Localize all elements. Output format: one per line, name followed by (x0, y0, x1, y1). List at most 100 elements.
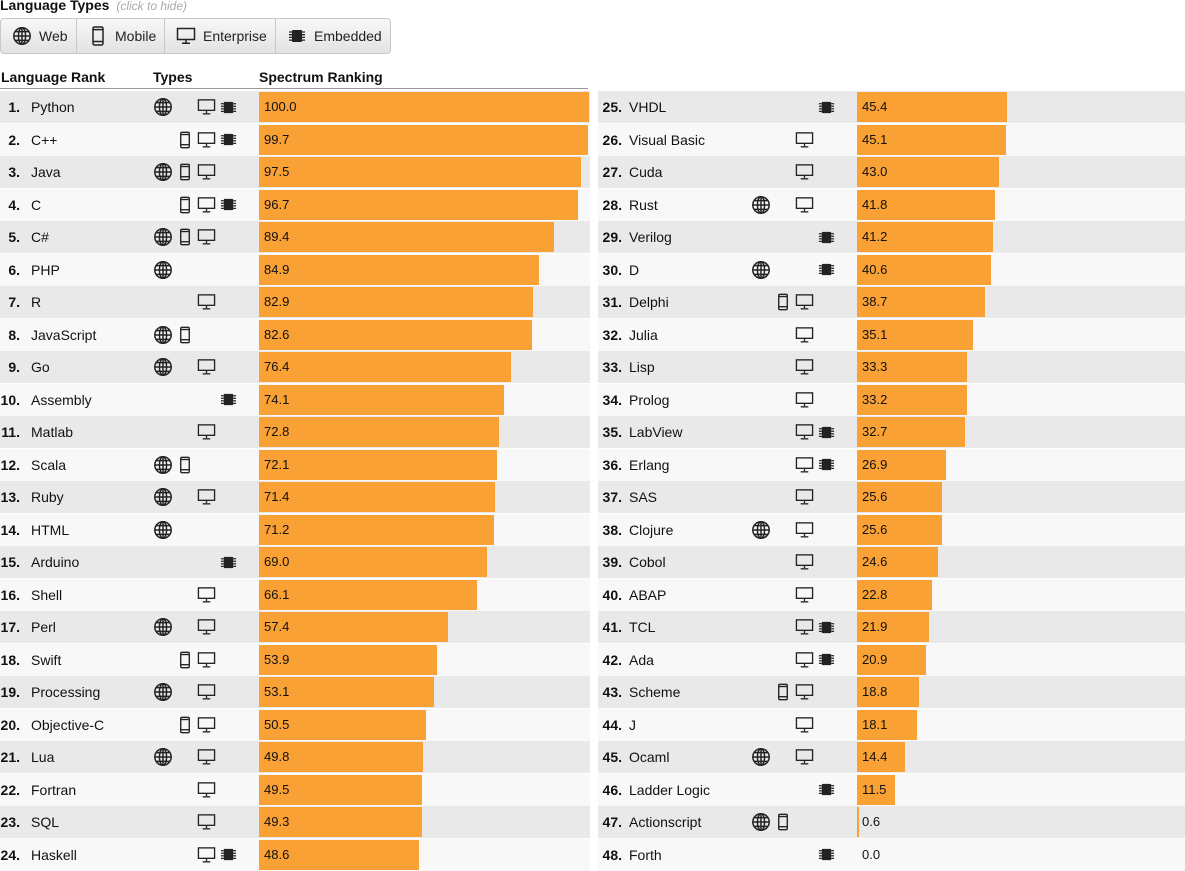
table-row[interactable]: 21. Lua 49.8 (0, 741, 590, 773)
table-row[interactable]: 32. Julia 35.1 (598, 318, 1185, 351)
ranking-bar[interactable] (259, 189, 579, 220)
table-row[interactable]: 31. Delphi 38.7 (598, 286, 1185, 318)
table-row[interactable]: 13. Ruby 71.4 (0, 481, 590, 513)
language-name[interactable]: Shell (31, 579, 62, 611)
language-name[interactable]: Verilog (629, 221, 672, 253)
ranking-bar[interactable] (259, 579, 478, 610)
ranking-bar[interactable] (259, 384, 504, 415)
language-name[interactable]: Clojure (629, 514, 673, 546)
language-name[interactable]: Lisp (629, 351, 655, 383)
table-row[interactable]: 38. Clojure 25.6 (598, 513, 1185, 546)
table-row[interactable]: 9. Go 76.4 (0, 351, 590, 383)
table-row[interactable]: 42. Ada 20.9 (598, 643, 1185, 676)
table-row[interactable]: 10. Assembly 74.1 (0, 383, 590, 416)
table-row[interactable]: 26. Visual Basic 45.1 (598, 123, 1185, 156)
table-row[interactable]: 24. Haskell 48.6 (0, 838, 590, 871)
table-row[interactable]: 41. TCL 21.9 (598, 611, 1185, 643)
table-row[interactable]: 34. Prolog 33.2 (598, 383, 1185, 416)
ranking-bar[interactable] (259, 449, 497, 480)
language-name[interactable]: Ruby (31, 481, 64, 513)
language-name[interactable]: Assembly (31, 384, 92, 416)
table-row[interactable]: 11. Matlab 72.8 (0, 416, 590, 448)
language-name[interactable]: Delphi (629, 286, 669, 318)
language-name[interactable]: Ladder Logic (629, 774, 710, 806)
mobile-filter-button[interactable]: Mobile (77, 19, 165, 53)
language-name[interactable]: TCL (629, 611, 655, 643)
language-name[interactable]: Java (31, 156, 61, 188)
table-row[interactable]: 48. Forth 0.0 (598, 838, 1185, 871)
language-name[interactable]: Erlang (629, 449, 669, 481)
language-name[interactable]: JavaScript (31, 319, 96, 351)
ranking-bar[interactable] (259, 92, 589, 122)
language-name[interactable]: C++ (31, 124, 57, 156)
language-name[interactable]: Haskell (31, 839, 77, 871)
table-row[interactable]: 19. Processing 53.1 (0, 676, 590, 708)
language-name[interactable]: PHP (31, 254, 60, 286)
table-row[interactable]: 43. Scheme 18.8 (598, 676, 1185, 708)
language-name[interactable]: C# (31, 221, 49, 253)
table-row[interactable]: 28. Rust 41.8 (598, 188, 1185, 221)
table-row[interactable]: 12. Scala 72.1 (0, 448, 590, 481)
table-row[interactable]: 37. SAS 25.6 (598, 481, 1185, 513)
table-row[interactable]: 1. Python 100.0 (0, 91, 590, 123)
ranking-bar[interactable] (259, 287, 533, 317)
language-name[interactable]: D (629, 254, 639, 286)
language-name[interactable]: Perl (31, 611, 56, 643)
language-name[interactable]: Objective-C (31, 709, 104, 741)
table-row[interactable]: 16. Shell 66.1 (0, 578, 590, 611)
table-row[interactable]: 20. Objective-C 50.5 (0, 708, 590, 741)
table-row[interactable]: 8. JavaScript 82.6 (0, 318, 590, 351)
table-row[interactable]: 15. Arduino 69.0 (0, 546, 590, 578)
language-name[interactable]: SQL (31, 806, 59, 838)
ranking-bar[interactable] (259, 222, 554, 252)
table-row[interactable]: 5. C# 89.4 (0, 221, 590, 253)
column-header-rank[interactable]: Language Rank (1, 69, 105, 85)
language-name[interactable]: Cuda (629, 156, 662, 188)
column-header-types[interactable]: Types (153, 69, 192, 85)
language-name[interactable]: Processing (31, 676, 100, 708)
language-name[interactable]: Prolog (629, 384, 669, 416)
language-name[interactable]: Ada (629, 644, 654, 676)
table-row[interactable]: 17. Perl 57.4 (0, 611, 590, 643)
ranking-bar[interactable] (259, 482, 495, 512)
table-row[interactable]: 44. J 18.1 (598, 708, 1185, 741)
language-name[interactable]: Swift (31, 644, 61, 676)
table-row[interactable]: 33. Lisp 33.3 (598, 351, 1185, 383)
language-name[interactable]: Scheme (629, 676, 680, 708)
ranking-bar[interactable] (259, 417, 500, 447)
table-row[interactable]: 46. Ladder Logic 11.5 (598, 773, 1185, 806)
language-name[interactable]: VHDL (629, 91, 666, 123)
language-name[interactable]: LabView (629, 416, 682, 448)
ranking-bar[interactable] (259, 319, 532, 350)
language-name[interactable]: R (31, 286, 41, 318)
language-name[interactable]: Visual Basic (629, 124, 705, 156)
language-name[interactable]: Python (31, 91, 75, 123)
table-row[interactable]: 2. C++ 99.7 (0, 123, 590, 156)
column-header-ranking[interactable]: Spectrum Ranking (259, 69, 383, 85)
table-row[interactable]: 25. VHDL 45.4 (598, 91, 1185, 123)
table-row[interactable]: 45. Ocaml 14.4 (598, 741, 1185, 773)
table-row[interactable]: 18. Swift 53.9 (0, 643, 590, 676)
language-name[interactable]: Julia (629, 319, 658, 351)
ranking-bar[interactable] (259, 352, 512, 382)
legend-hide-hint[interactable]: (click to hide) (116, 0, 187, 13)
language-name[interactable]: HTML (31, 514, 69, 546)
web-filter-button[interactable]: Web (1, 19, 77, 53)
language-name[interactable]: Go (31, 351, 50, 383)
language-name[interactable]: Actionscript (629, 806, 701, 838)
table-row[interactable]: 23. SQL 49.3 (0, 806, 590, 838)
table-row[interactable]: 7. R 82.9 (0, 286, 590, 318)
embedded-filter-button[interactable]: Embedded (276, 19, 390, 53)
enterprise-filter-button[interactable]: Enterprise (165, 19, 276, 53)
table-row[interactable]: 29. Verilog 41.2 (598, 221, 1185, 253)
ranking-bar[interactable] (259, 254, 540, 285)
table-row[interactable]: 22. Fortran 49.5 (0, 773, 590, 806)
table-row[interactable]: 3. Java 97.5 (0, 156, 590, 188)
language-name[interactable]: Rust (629, 189, 658, 221)
language-name[interactable]: Fortran (31, 774, 76, 806)
ranking-bar[interactable] (259, 124, 588, 155)
table-row[interactable]: 14. HTML 71.2 (0, 513, 590, 546)
language-name[interactable]: J (629, 709, 636, 741)
table-row[interactable]: 39. Cobol 24.6 (598, 546, 1185, 578)
language-name[interactable]: Matlab (31, 416, 73, 448)
